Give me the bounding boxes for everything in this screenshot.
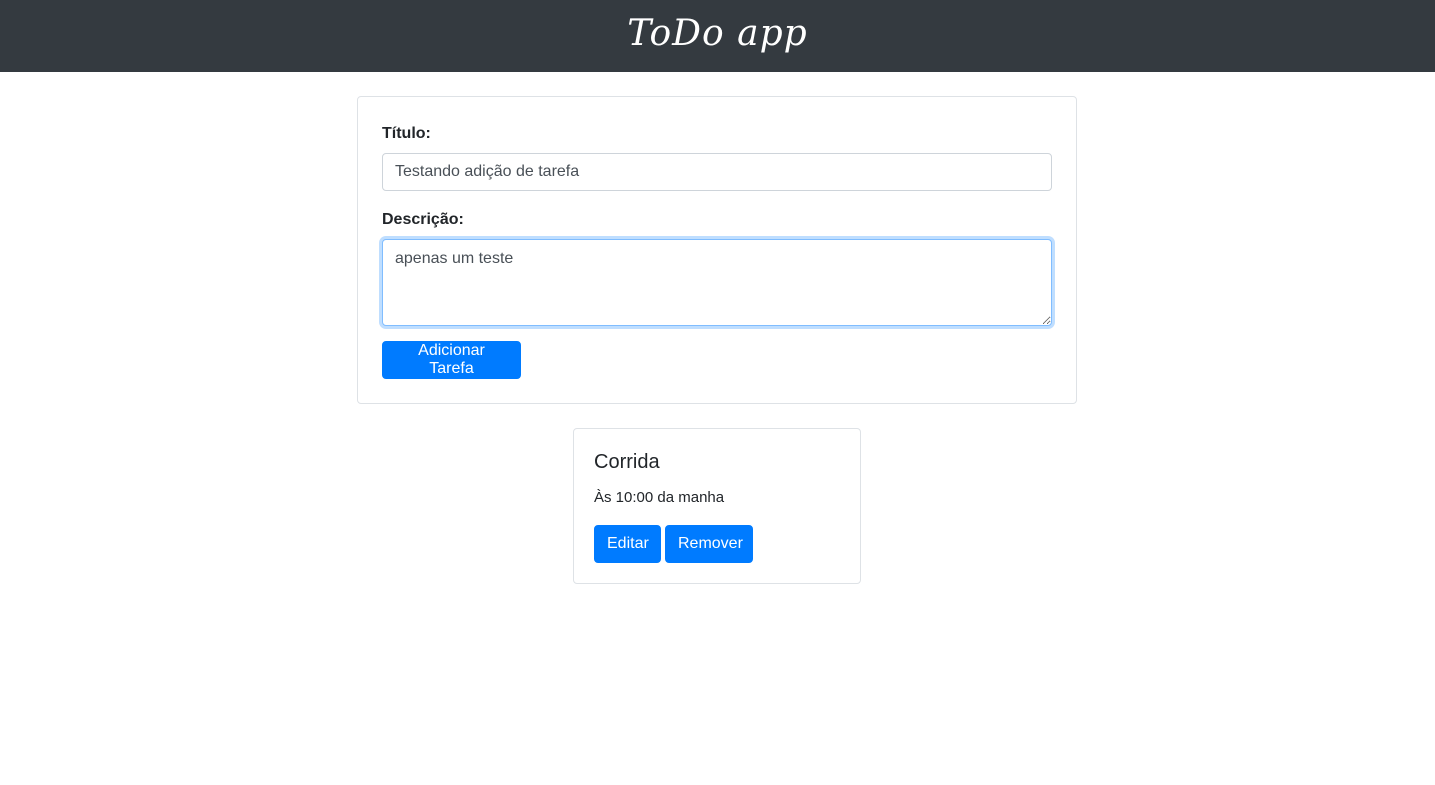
add-task-button[interactable]: Adicionar Tarefa	[382, 341, 521, 379]
task-card: Corrida Às 10:00 da manha Editar Remover	[573, 428, 861, 584]
navbar: ToDo app	[0, 0, 1435, 72]
app-brand: ToDo app	[627, 12, 808, 54]
description-label: Descrição:	[382, 211, 464, 228]
title-label: Título:	[382, 125, 431, 142]
description-textarea[interactable]: apenas um teste	[382, 239, 1052, 326]
task-description: Às 10:00 da manha	[594, 489, 725, 506]
add-task-form: Título: Descrição: apenas um teste Adici…	[357, 96, 1077, 404]
remove-task-button[interactable]: Remover	[665, 525, 753, 563]
task-title: Corrida	[594, 451, 660, 473]
edit-task-button[interactable]: Editar	[594, 525, 661, 563]
title-input[interactable]	[382, 153, 1052, 191]
